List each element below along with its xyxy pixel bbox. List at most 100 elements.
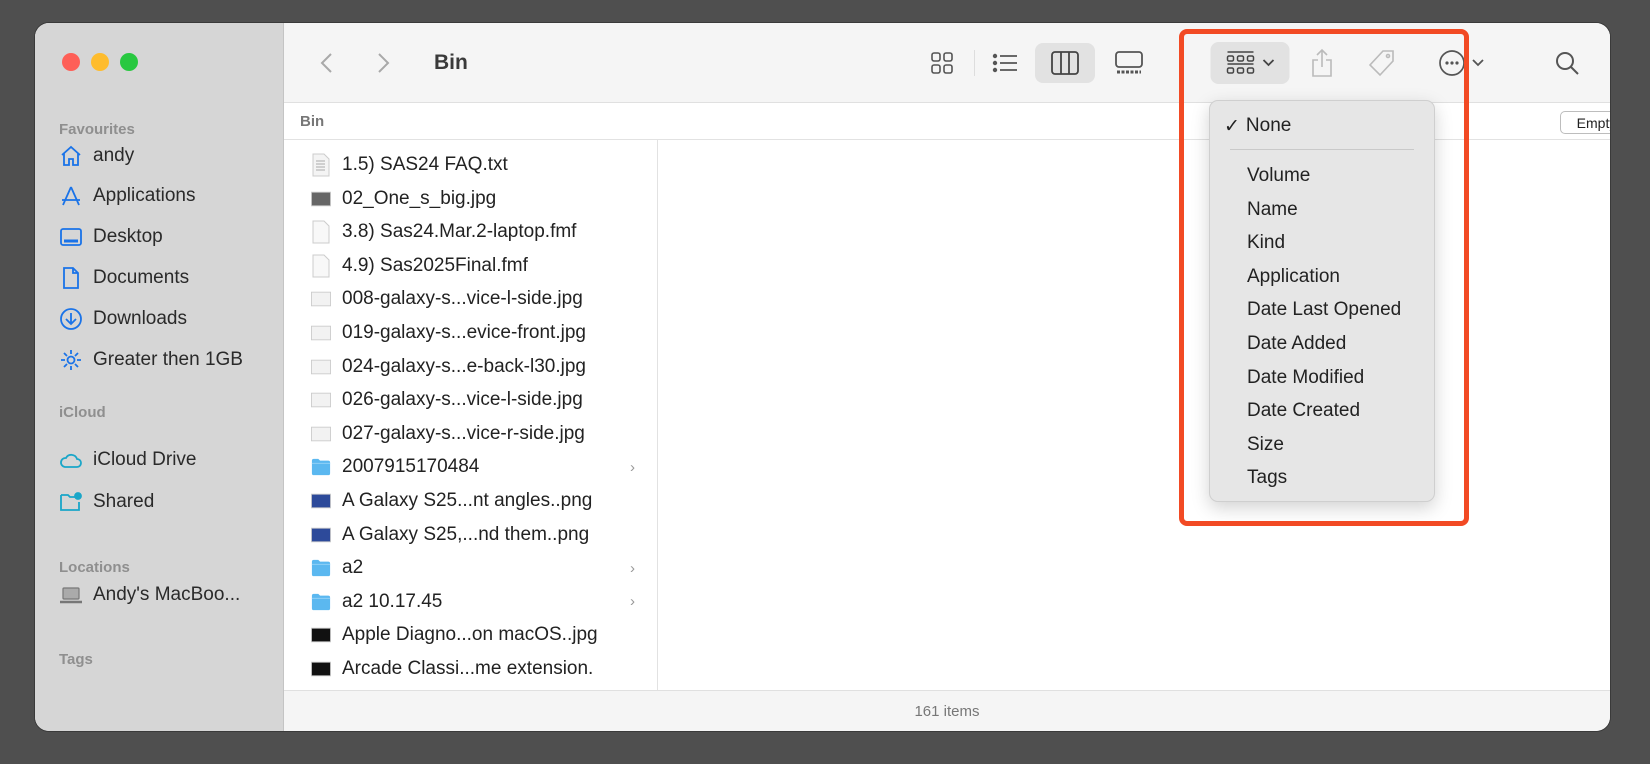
file-row[interactable]: 008-galaxy-s...vice-l-side.jpg [284, 283, 657, 315]
path-label: Bin [300, 113, 325, 130]
sidebar-section-locations: Locations [59, 559, 130, 576]
menu-item-none[interactable]: ✓ None [1224, 111, 1291, 141]
file-row[interactable]: A Galaxy S25,...nd them..png [284, 519, 657, 551]
minimize-button[interactable] [91, 53, 109, 71]
sidebar-item-label: iCloud Drive [93, 449, 197, 470]
toolbar: Bin [284, 23, 1610, 103]
menu-item-label: None [1245, 115, 1292, 136]
menu-item-kind[interactable]: Kind [1247, 228, 1285, 258]
file-name: 02_One_s_big.jpg [342, 187, 497, 209]
sidebar-item-andy[interactable]: andy [59, 141, 134, 171]
sidebar-section-favourites: Favourites [59, 121, 135, 138]
sidebar-item-documents[interactable]: Documents [59, 263, 189, 293]
sidebar-item-label: Downloads [93, 308, 187, 329]
icloud-drive-icon [59, 448, 93, 472]
image-thumbnail-icon [311, 657, 331, 681]
file-row[interactable]: A Galaxy S25...nt angles..png [284, 485, 657, 517]
image-thumbnail-icon [311, 187, 331, 211]
column-view-button[interactable] [1035, 43, 1095, 83]
sidebar-item-andy-s-macboo[interactable]: Andy's MacBoo... [59, 580, 240, 610]
document-icon [311, 254, 331, 278]
sidebar-item-label: Andy's MacBoo... [93, 584, 241, 605]
menu-item-date-added[interactable]: Date Added [1247, 329, 1346, 359]
sidebar-item-label: Greater then 1GB [93, 349, 243, 370]
file-name: 024-galaxy-s...e-back-l30.jpg [342, 355, 586, 377]
folder-icon [311, 590, 331, 614]
file-name: 008-galaxy-s...vice-l-side.jpg [342, 288, 583, 310]
chevron-right-icon: › [630, 593, 635, 611]
sidebar-item-shared[interactable]: Shared [59, 487, 154, 517]
file-row[interactable]: a2 › [284, 552, 657, 584]
folder-icon [311, 455, 331, 479]
file-row[interactable]: 026-galaxy-s...vice-l-side.jpg [284, 384, 657, 416]
file-row[interactable]: Arcade Classi...me extension. [284, 653, 657, 685]
chevron-down-icon [1262, 59, 1274, 67]
text-file-icon [311, 153, 331, 177]
tag-button[interactable] [1368, 49, 1396, 77]
image-thumbnail-icon [311, 623, 331, 647]
andy-s-macboo-icon [59, 583, 93, 607]
sidebar-item-label: andy [93, 145, 135, 166]
sidebar-item-applications[interactable]: Applications [59, 181, 195, 211]
close-button[interactable] [62, 53, 80, 71]
file-row[interactable]: 019-galaxy-s...evice-front.jpg [284, 317, 657, 349]
zoom-button[interactable] [120, 53, 138, 71]
sidebar-item-label: Documents [93, 267, 190, 288]
file-row[interactable]: a2 10.17.45 › [284, 586, 657, 618]
file-row[interactable]: 1.5) SAS24 FAQ.txt [284, 149, 657, 181]
file-row[interactable]: 4.9) Sas2025Final.fmf [284, 250, 657, 282]
file-row[interactable]: 2007915170484 › [284, 451, 657, 483]
image-thumbnail-icon [311, 355, 331, 379]
sidebar-item-greater-then-1gb[interactable]: Greater then 1GB [59, 345, 243, 375]
document-icon [311, 220, 331, 244]
menu-item-date-created[interactable]: Date Created [1247, 396, 1360, 426]
forward-button[interactable] [376, 51, 390, 75]
menu-item-tags[interactable]: Tags [1247, 463, 1287, 493]
file-name: 026-galaxy-s...vice-l-side.jpg [342, 389, 583, 411]
applications-icon [59, 184, 93, 208]
empty-bin-button[interactable]: Empty [1560, 111, 1610, 134]
file-name: 027-galaxy-s...vice-r-side.jpg [342, 422, 585, 444]
sidebar-item-desktop[interactable]: Desktop [59, 222, 163, 252]
file-name: a2 10.17.45 [342, 590, 443, 612]
menu-separator [1230, 149, 1414, 150]
status-bar: 161 items [284, 690, 1610, 731]
menu-item-name[interactable]: Name [1247, 195, 1298, 225]
andy-icon [59, 144, 93, 168]
image-thumbnail-icon [311, 523, 331, 547]
file-row[interactable]: Apple Diagno...on macOS..jpg [284, 619, 657, 651]
menu-item-date-last-opened[interactable]: Date Last Opened [1247, 295, 1401, 325]
menu-item-volume[interactable]: Volume [1247, 161, 1310, 191]
image-thumbnail-icon [311, 422, 331, 446]
folder-icon [311, 556, 331, 580]
file-name: a2 [342, 557, 364, 579]
image-thumbnail-icon [311, 489, 331, 513]
sidebar-item-icloud-drive[interactable]: iCloud Drive [59, 445, 196, 475]
sidebar-section-icloud: iCloud [59, 404, 106, 421]
menu-item-application[interactable]: Application [1247, 262, 1340, 292]
sidebar-item-label: Desktop [93, 226, 163, 247]
list-view-button[interactable] [992, 52, 1018, 74]
menu-item-date-modified[interactable]: Date Modified [1247, 363, 1364, 393]
search-button[interactable] [1554, 50, 1580, 76]
file-row[interactable]: 3.8) Sas24.Mar.2-laptop.fmf [284, 216, 657, 248]
checkmark-icon: ✓ [1224, 115, 1240, 137]
file-name: A Galaxy S25...nt angles..png [342, 490, 593, 511]
sidebar-item-downloads[interactable]: Downloads [59, 304, 187, 334]
group-button[interactable] [1210, 42, 1290, 84]
share-button[interactable] [1310, 48, 1334, 78]
icon-view-button[interactable] [930, 51, 954, 75]
chevron-right-icon: › [630, 458, 635, 476]
file-row[interactable]: 024-galaxy-s...e-back-l30.jpg [284, 351, 657, 383]
image-thumbnail-icon [311, 321, 331, 345]
file-name: Arcade Classi...me extension. [342, 658, 594, 679]
sidebar: Favourites andy Applications Desktop Documen… [35, 23, 284, 731]
file-row[interactable]: 02_One_s_big.jpg [284, 183, 657, 215]
file-row[interactable]: 027-galaxy-s...vice-r-side.jpg [284, 418, 657, 450]
back-button[interactable] [320, 51, 334, 75]
more-actions-button[interactable] [1438, 49, 1484, 77]
menu-item-size[interactable]: Size [1247, 430, 1284, 460]
gallery-view-button[interactable] [1115, 51, 1143, 75]
sidebar-section-tags: Tags [59, 651, 93, 668]
file-name: A Galaxy S25,...nd them..png [342, 523, 590, 545]
